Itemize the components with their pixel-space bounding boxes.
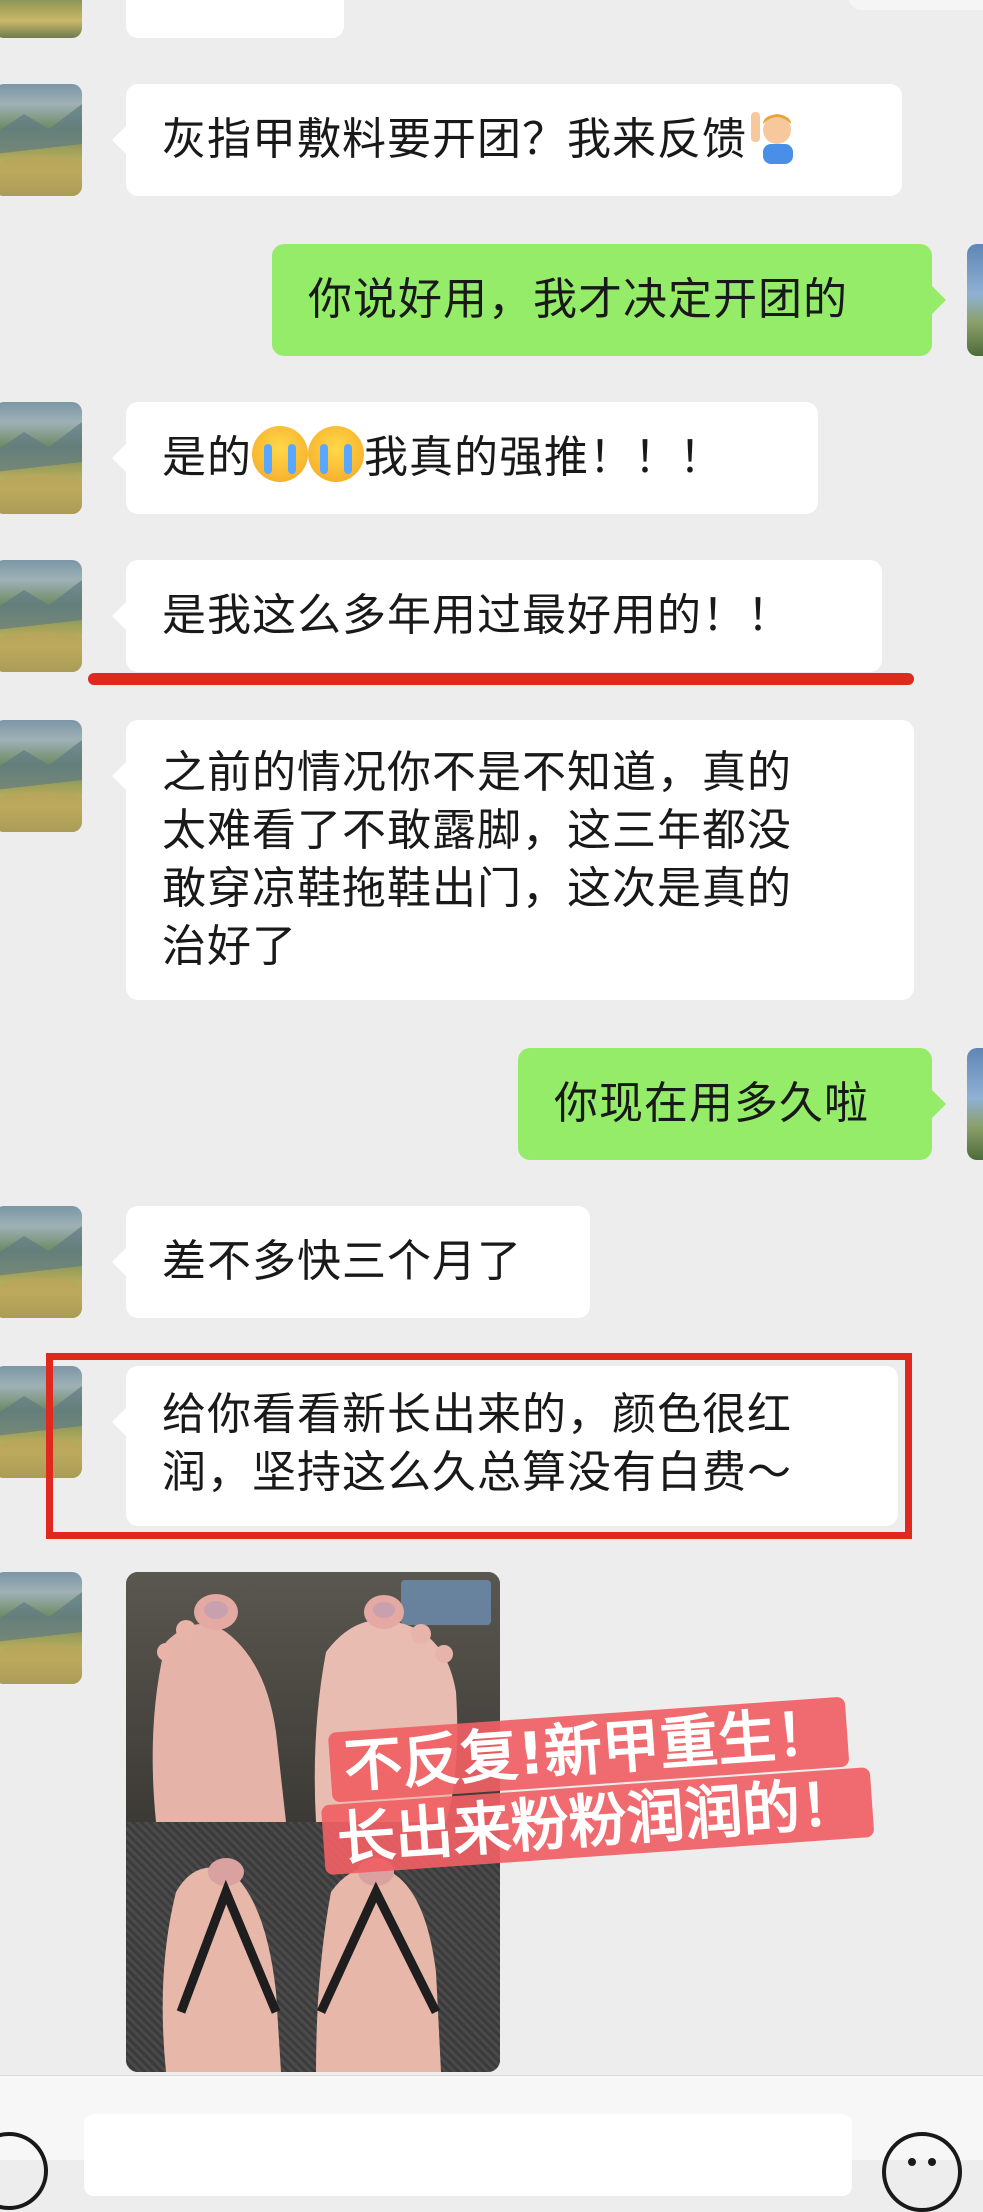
message-bubble-outgoing[interactable]: 你说好用，我才决定开团的: [272, 244, 946, 356]
chat-input-bar: [0, 2075, 983, 2212]
message-text: 你现在用多久啦: [554, 1078, 869, 1129]
highlight-box: [46, 1353, 912, 1539]
message-text: 之前的情况你不是不知道，真的 太难看了不敢露脚，这三年都没 敢穿凉鞋拖鞋出门，这…: [162, 747, 792, 972]
contact-avatar[interactable]: [0, 84, 82, 196]
message-input[interactable]: [84, 2114, 852, 2196]
previous-message-bubble: [126, 0, 344, 38]
contact-avatar[interactable]: [0, 720, 82, 832]
my-avatar[interactable]: [967, 244, 983, 356]
message-text: 是我这么多年用过最好用的！！: [162, 590, 792, 641]
contact-avatar[interactable]: [0, 402, 82, 514]
message-bubble-incoming[interactable]: 是我这么多年用过最好用的！！: [112, 560, 882, 672]
message-text: 灰指甲敷料要开团？我来反馈: [162, 84, 866, 196]
message-bubble-incoming[interactable]: 差不多快三个月了: [112, 1206, 590, 1318]
loudly-crying-face-icon: [252, 426, 308, 482]
voice-icon[interactable]: [0, 2132, 48, 2210]
contact-avatar[interactable]: [0, 0, 82, 38]
contact-avatar[interactable]: [0, 1572, 82, 1684]
message-text: 你说好用，我才决定开团的: [308, 274, 848, 325]
chat-message-list[interactable]: 灰指甲敷料要开团？我来反馈 你说好用，我才决定开团的 是的 我真的强推！！！ 是我…: [0, 0, 983, 2075]
loudly-crying-face-icon: [308, 426, 364, 482]
message-bubble-incoming[interactable]: 是的 我真的强推！！！: [112, 402, 818, 514]
message-bubble-outgoing[interactable]: 你现在用多久啦: [518, 1048, 946, 1160]
contact-avatar[interactable]: [0, 560, 82, 672]
emoji-icon[interactable]: [882, 2132, 962, 2212]
contact-avatar[interactable]: [0, 1206, 82, 1318]
message-bubble-incoming[interactable]: 之前的情况你不是不知道，真的 太难看了不敢露脚，这三年都没 敢穿凉鞋拖鞋出门，这…: [112, 720, 914, 1000]
previous-message-edge: [848, 0, 983, 10]
highlight-underline: [88, 673, 914, 685]
my-avatar[interactable]: [967, 1048, 983, 1160]
message-text: 差不多快三个月了: [162, 1236, 522, 1287]
message-bubble-incoming[interactable]: 灰指甲敷料要开团？我来反馈: [112, 84, 902, 196]
person-raising-hand-icon: [747, 94, 799, 164]
message-text: 是的 我真的强推！！！: [162, 402, 782, 514]
